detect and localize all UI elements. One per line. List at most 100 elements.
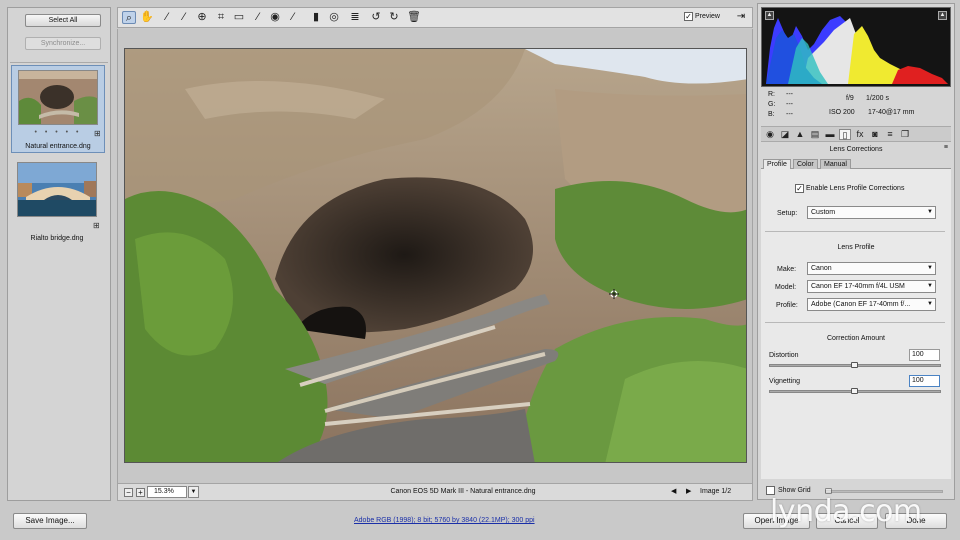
tab-color[interactable]: Color xyxy=(793,159,818,169)
shadow-clipping-icon[interactable]: ▲ xyxy=(765,11,774,20)
previous-image-icon[interactable]: ◀ xyxy=(671,487,676,495)
highlight-clipping-icon[interactable]: ▲ xyxy=(938,11,947,20)
distortion-value-field[interactable]: 100 xyxy=(909,349,940,361)
iso-value: ISO 200 xyxy=(829,109,855,116)
lens-value: 17-40@17 mm xyxy=(868,109,915,116)
select-all-button[interactable]: Select All xyxy=(25,14,101,27)
zoom-icon[interactable]: ⌕ xyxy=(122,11,136,24)
lens-profile-heading: Lens Profile xyxy=(837,244,875,251)
chevron-down-icon: ▼ xyxy=(927,209,933,215)
preview-toggle[interactable]: ✓ Preview xyxy=(684,12,720,21)
filmstrip-panel: Select All Synchronize... • • • • • ⊞ Na… xyxy=(7,7,111,501)
setup-label: Setup: xyxy=(777,210,798,217)
correction-amount-heading: Correction Amount xyxy=(827,335,885,342)
vignetting-label: Vignetting xyxy=(769,378,801,385)
crop-icon[interactable]: ⌗ xyxy=(214,11,228,24)
thumbnail-natural-entrance[interactable]: • • • • • ⊞ Natural entrance.dng xyxy=(11,65,105,153)
distortion-label: Distortion xyxy=(769,352,799,359)
zoom-dropdown-icon[interactable]: ▼ xyxy=(188,486,199,498)
grid-size-slider[interactable] xyxy=(825,490,943,493)
save-image-button[interactable]: Save Image... xyxy=(13,513,87,529)
detail-icon[interactable]: ▲ xyxy=(794,129,806,140)
lens-profile-content: ✓ Enable Lens Profile Corrections Setup:… xyxy=(761,169,951,479)
panel-title: Lens Corrections xyxy=(829,146,883,153)
adjustment-brush-icon[interactable]: ⁄ xyxy=(286,11,300,24)
spot-removal-icon[interactable]: ⁄ xyxy=(251,11,265,24)
r-label: R: xyxy=(768,91,775,98)
thumbnail-rialto-bridge[interactable]: ⊞ Rialto bridge.dng xyxy=(11,158,105,246)
thumbnail-label: Rialto bridge.dng xyxy=(30,235,84,242)
edited-badge-icon: ⊞ xyxy=(94,129,101,138)
image-canvas[interactable] xyxy=(117,29,753,483)
split-toning-icon[interactable]: ▬ xyxy=(824,129,836,140)
model-dropdown[interactable]: Canon EF 17-40mm f/4L USM ▼ xyxy=(807,280,936,293)
make-dropdown[interactable]: Canon ▼ xyxy=(807,262,936,275)
vignetting-slider-handle[interactable] xyxy=(851,388,858,394)
white-balance-icon[interactable]: ⁄ xyxy=(160,11,174,24)
straighten-icon[interactable]: ▭ xyxy=(232,11,246,24)
info-readout: R: --- G: --- B: --- f/9 1/200 s ISO 200… xyxy=(761,90,951,124)
red-eye-icon[interactable]: ◉ xyxy=(268,11,282,24)
setup-dropdown[interactable]: Custom ▼ xyxy=(807,206,936,219)
snapshots-icon[interactable]: ❐ xyxy=(899,129,911,140)
edited-badge-icon: ⊞ xyxy=(93,221,100,230)
enable-profile-label: Enable Lens Profile Corrections xyxy=(806,185,905,192)
photo-preview[interactable] xyxy=(124,48,747,463)
camera-calibration-icon[interactable]: ◙ xyxy=(869,129,881,140)
vignetting-value-field[interactable]: 100 xyxy=(909,375,940,387)
model-label: Model: xyxy=(775,284,797,291)
chevron-down-icon: ▼ xyxy=(927,301,933,307)
b-label: B: xyxy=(768,111,775,118)
zoom-level-field[interactable]: 15.3% xyxy=(147,486,187,498)
targeted-adjustment-icon[interactable]: ⊕ xyxy=(195,11,209,24)
preview-checkbox[interactable]: ✓ xyxy=(684,12,693,21)
panel-menu-icon[interactable]: ≡ xyxy=(944,144,948,151)
profile-label: Profile: xyxy=(776,302,798,309)
chevron-down-icon: ▼ xyxy=(927,265,933,271)
preferences-icon[interactable]: ≣ xyxy=(348,11,362,24)
fullscreen-icon[interactable]: ⇥ xyxy=(734,11,748,23)
graduated-filter-icon[interactable]: ▮ xyxy=(309,11,323,24)
trash-icon[interactable]: 🗑 xyxy=(407,11,421,24)
profile-dropdown[interactable]: Adobe (Canon EF 17-40mm f/... ▼ xyxy=(807,298,936,311)
rotate-ccw-icon[interactable]: ↺ xyxy=(369,11,383,24)
panel-tab-bar: ◉ ◪ ▲ ▤ ▬ ▯ fx ◙ ≡ ❐ xyxy=(761,126,951,142)
zoom-in-icon[interactable]: + xyxy=(136,488,145,497)
aperture-value: f/9 xyxy=(846,95,854,102)
thumbnail-image xyxy=(18,70,98,125)
effects-icon[interactable]: fx xyxy=(854,129,866,140)
model-value: Canon EF 17-40mm f/4L USM xyxy=(811,283,905,290)
distortion-slider-handle[interactable] xyxy=(851,362,858,368)
shutter-value: 1/200 s xyxy=(866,95,889,102)
b-value: --- xyxy=(786,111,793,118)
tone-curve-icon[interactable]: ◪ xyxy=(779,129,791,140)
preview-label: Preview xyxy=(695,13,720,20)
star-rating[interactable]: • • • • • xyxy=(12,129,104,136)
toolbar: ⌕ ✋ ⁄ ⁄ ⊕ ⌗ ▭ ⁄ ◉ ⁄ ▮ ◎ ≣ ↺ ↻ 🗑 ✓ Previe… xyxy=(117,7,753,28)
basic-panel-icon[interactable]: ◉ xyxy=(764,129,776,140)
lynda-watermark: lynda.com xyxy=(770,494,922,529)
image-counter: Image 1/2 xyxy=(700,488,732,495)
synchronize-button[interactable]: Synchronize... xyxy=(25,37,101,50)
setup-value: Custom xyxy=(811,209,836,216)
presets-icon[interactable]: ≡ xyxy=(884,129,896,140)
thumbnail-image xyxy=(17,162,97,217)
make-value: Canon xyxy=(811,265,832,272)
workflow-options-link[interactable]: Adobe RGB (1998); 8 bit; 5760 by 3840 (2… xyxy=(354,517,535,524)
enable-profile-checkbox[interactable]: ✓ xyxy=(795,184,804,193)
rotate-cw-icon[interactable]: ↻ xyxy=(387,11,401,24)
next-image-icon[interactable]: ▶ xyxy=(686,487,691,495)
lens-corrections-icon[interactable]: ▯ xyxy=(839,129,851,140)
camera-file-info: Canon EOS 5D Mark III - Natural entrance… xyxy=(390,488,536,495)
hand-icon[interactable]: ✋ xyxy=(140,11,154,24)
make-label: Make: xyxy=(777,266,797,273)
thumbnail-label: Natural entrance.dng xyxy=(25,143,91,150)
histogram: ▲ ▲ xyxy=(761,7,951,87)
tab-profile[interactable]: Profile xyxy=(763,159,791,169)
color-sampler-icon[interactable]: ⁄ xyxy=(177,11,191,24)
r-value: --- xyxy=(786,91,793,98)
tab-manual[interactable]: Manual xyxy=(820,159,851,169)
zoom-out-icon[interactable]: − xyxy=(124,488,133,497)
radial-filter-icon[interactable]: ◎ xyxy=(327,11,341,24)
hsl-icon[interactable]: ▤ xyxy=(809,129,821,140)
